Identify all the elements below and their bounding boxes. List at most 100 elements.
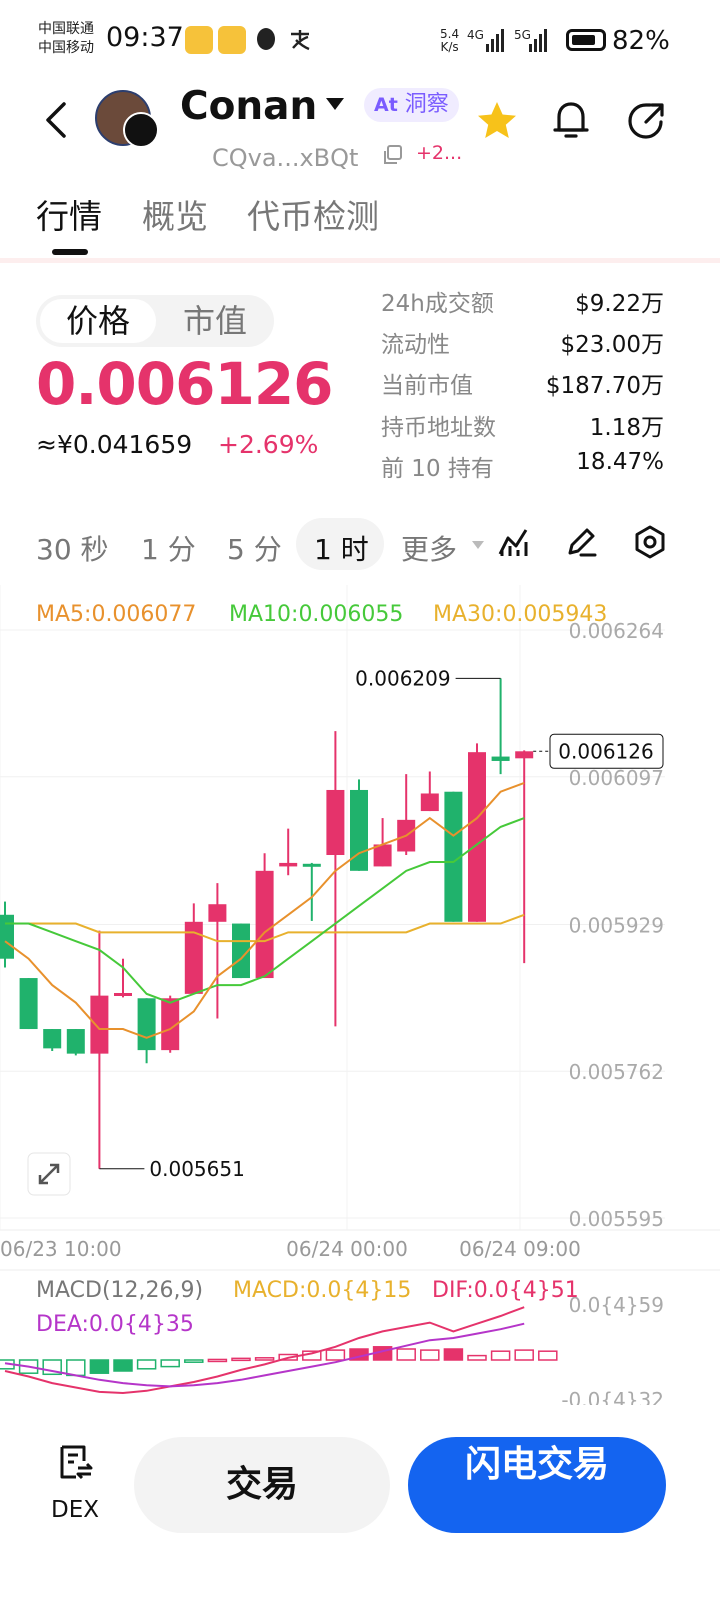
macd-tick: -0.0{4}32 xyxy=(561,1388,664,1405)
macd-bar xyxy=(254,1357,275,1361)
macd-bar xyxy=(514,1349,534,1361)
macd-bar xyxy=(396,1348,416,1361)
macd-bar xyxy=(66,1359,86,1377)
macd-bar xyxy=(538,1350,558,1361)
toggle-market-cap[interactable]: 市值 xyxy=(160,299,270,343)
timeframe-30s[interactable]: 30 秒 xyxy=(36,528,109,568)
ai-insight-badge[interactable]: At 洞察 xyxy=(364,88,459,122)
macd-bar xyxy=(113,1359,133,1372)
signal-4g-label: 4G xyxy=(467,28,484,42)
candle-body xyxy=(326,789,345,856)
dex-label[interactable]: DEX xyxy=(51,1497,99,1523)
candle-body xyxy=(491,756,510,761)
extra-chains-count[interactable]: +2... xyxy=(416,142,462,164)
price-change: +2.69% xyxy=(218,430,319,459)
timeframe-5m[interactable]: 5 分 xyxy=(227,528,282,568)
battery-fill xyxy=(572,35,595,45)
candle-body xyxy=(66,1029,85,1054)
weibo-icon-2 xyxy=(218,26,246,54)
macd-bar xyxy=(136,1359,157,1370)
macd-bar xyxy=(420,1349,440,1361)
macd-bar xyxy=(231,1357,251,1362)
high-label: 0.006209 xyxy=(355,666,450,690)
stat-label-holders: 持币地址数 xyxy=(381,415,496,441)
candle-body xyxy=(19,978,38,1030)
clock: 09:37 xyxy=(106,22,184,53)
macd-bar xyxy=(89,1359,110,1374)
candle-body xyxy=(468,752,486,922)
macd-bar xyxy=(184,1359,204,1363)
chevron-down-icon[interactable] xyxy=(326,98,344,110)
candle-body xyxy=(137,998,156,1051)
toggle-price[interactable]: 价格 xyxy=(40,299,156,343)
ai-badge-label: 洞察 xyxy=(404,92,449,117)
stat-label-volume: 24h成交额 xyxy=(381,291,494,317)
stat-value-mcap: $187.70万 xyxy=(545,373,664,399)
macd-value: MACD:0.0{4}15 xyxy=(233,1278,412,1303)
stat-value-top10: 18.47% xyxy=(576,449,664,475)
stat-value-holders: 1.18万 xyxy=(589,415,664,441)
ma5-legend: MA5:0.006077 xyxy=(36,602,197,627)
timeframe-1h[interactable]: 1 时 xyxy=(314,528,369,568)
stat-label-mcap: 当前市值 xyxy=(381,373,473,399)
solana-icon xyxy=(123,112,159,148)
y-tick-label: 0.005762 xyxy=(569,1060,664,1084)
net-speed-unit: K/s xyxy=(440,40,459,54)
more-caret-icon xyxy=(472,541,484,549)
timeframe-more[interactable]: 更多 xyxy=(401,528,457,568)
macd-bar xyxy=(490,1350,511,1361)
tab-overview[interactable]: 概览 xyxy=(142,190,208,238)
candle-body xyxy=(90,995,109,1054)
ma10-legend: MA10:0.006055 xyxy=(229,602,404,627)
net-speed: 5.4 K/s xyxy=(440,28,459,54)
settings-icon[interactable] xyxy=(632,524,668,560)
macd-bar xyxy=(325,1349,346,1361)
x-tick-label: 06/24 09:00 xyxy=(459,1237,581,1261)
qq-icon xyxy=(257,28,275,50)
dex-icon[interactable] xyxy=(56,1443,94,1481)
battery-icon xyxy=(566,29,606,51)
bell-icon[interactable] xyxy=(550,98,592,142)
macd-bar xyxy=(443,1348,464,1361)
stat-value-volume: $9.22万 xyxy=(575,291,664,317)
candle-body xyxy=(515,751,534,759)
price-mcap-toggle: 价格 市值 xyxy=(36,295,274,347)
token-address: CQva...xBQt xyxy=(212,144,359,172)
last-price-label: 0.006126 xyxy=(558,739,653,763)
token-name[interactable]: Conan xyxy=(180,84,317,129)
draw-pen-icon[interactable] xyxy=(563,524,599,560)
copy-icon[interactable] xyxy=(382,144,404,166)
back-icon[interactable] xyxy=(38,100,78,140)
trade-button[interactable]: 交易 xyxy=(134,1437,390,1533)
cny-price: ≈¥0.041659 xyxy=(36,430,193,459)
signal-4g: 4G xyxy=(467,28,484,42)
carrier-2: 中国移动 xyxy=(38,40,94,56)
stat-label-top10: 前 10 持有 xyxy=(381,456,494,482)
tab-market[interactable]: 行情 xyxy=(36,190,102,238)
star-icon[interactable] xyxy=(475,99,519,143)
macd-tick: 0.0{4}59 xyxy=(569,1293,664,1317)
battery-percent: 82% xyxy=(612,26,670,56)
y-tick-label: 0.005929 xyxy=(569,913,664,937)
flash-trade-button[interactable]: 闪电交易 xyxy=(408,1437,666,1533)
stat-label-liquidity: 流动性 xyxy=(381,332,450,358)
timeframe-1m[interactable]: 1 分 xyxy=(141,528,196,568)
indicator-icon[interactable] xyxy=(496,524,532,560)
token-avatar xyxy=(95,90,159,148)
low-label: 0.005651 xyxy=(149,1157,244,1181)
share-icon[interactable] xyxy=(624,98,668,142)
candle-body xyxy=(43,1029,62,1049)
alipay-icon xyxy=(291,30,310,51)
tab-token-check[interactable]: 代币检测 xyxy=(247,190,379,238)
status-bar: 中国联通 中国移动 09:37 5.4 K/s 4G 5G 82% xyxy=(0,0,720,84)
ma30-legend: MA30:0.005943 xyxy=(433,602,608,627)
carrier-labels: 中国联通 中国移动 xyxy=(38,20,94,58)
signal-bars-icon xyxy=(486,29,504,52)
macd-panel: 0.0{4}59 -0.0{4}32 xyxy=(0,1293,664,1405)
candle-body xyxy=(255,870,274,979)
stat-value-liquidity: $23.00万 xyxy=(560,332,664,358)
ai-icon: At xyxy=(374,94,398,116)
macd-bar xyxy=(467,1354,487,1361)
x-tick-label: 06/24 00:00 xyxy=(286,1237,408,1261)
candle-body xyxy=(0,914,14,959)
